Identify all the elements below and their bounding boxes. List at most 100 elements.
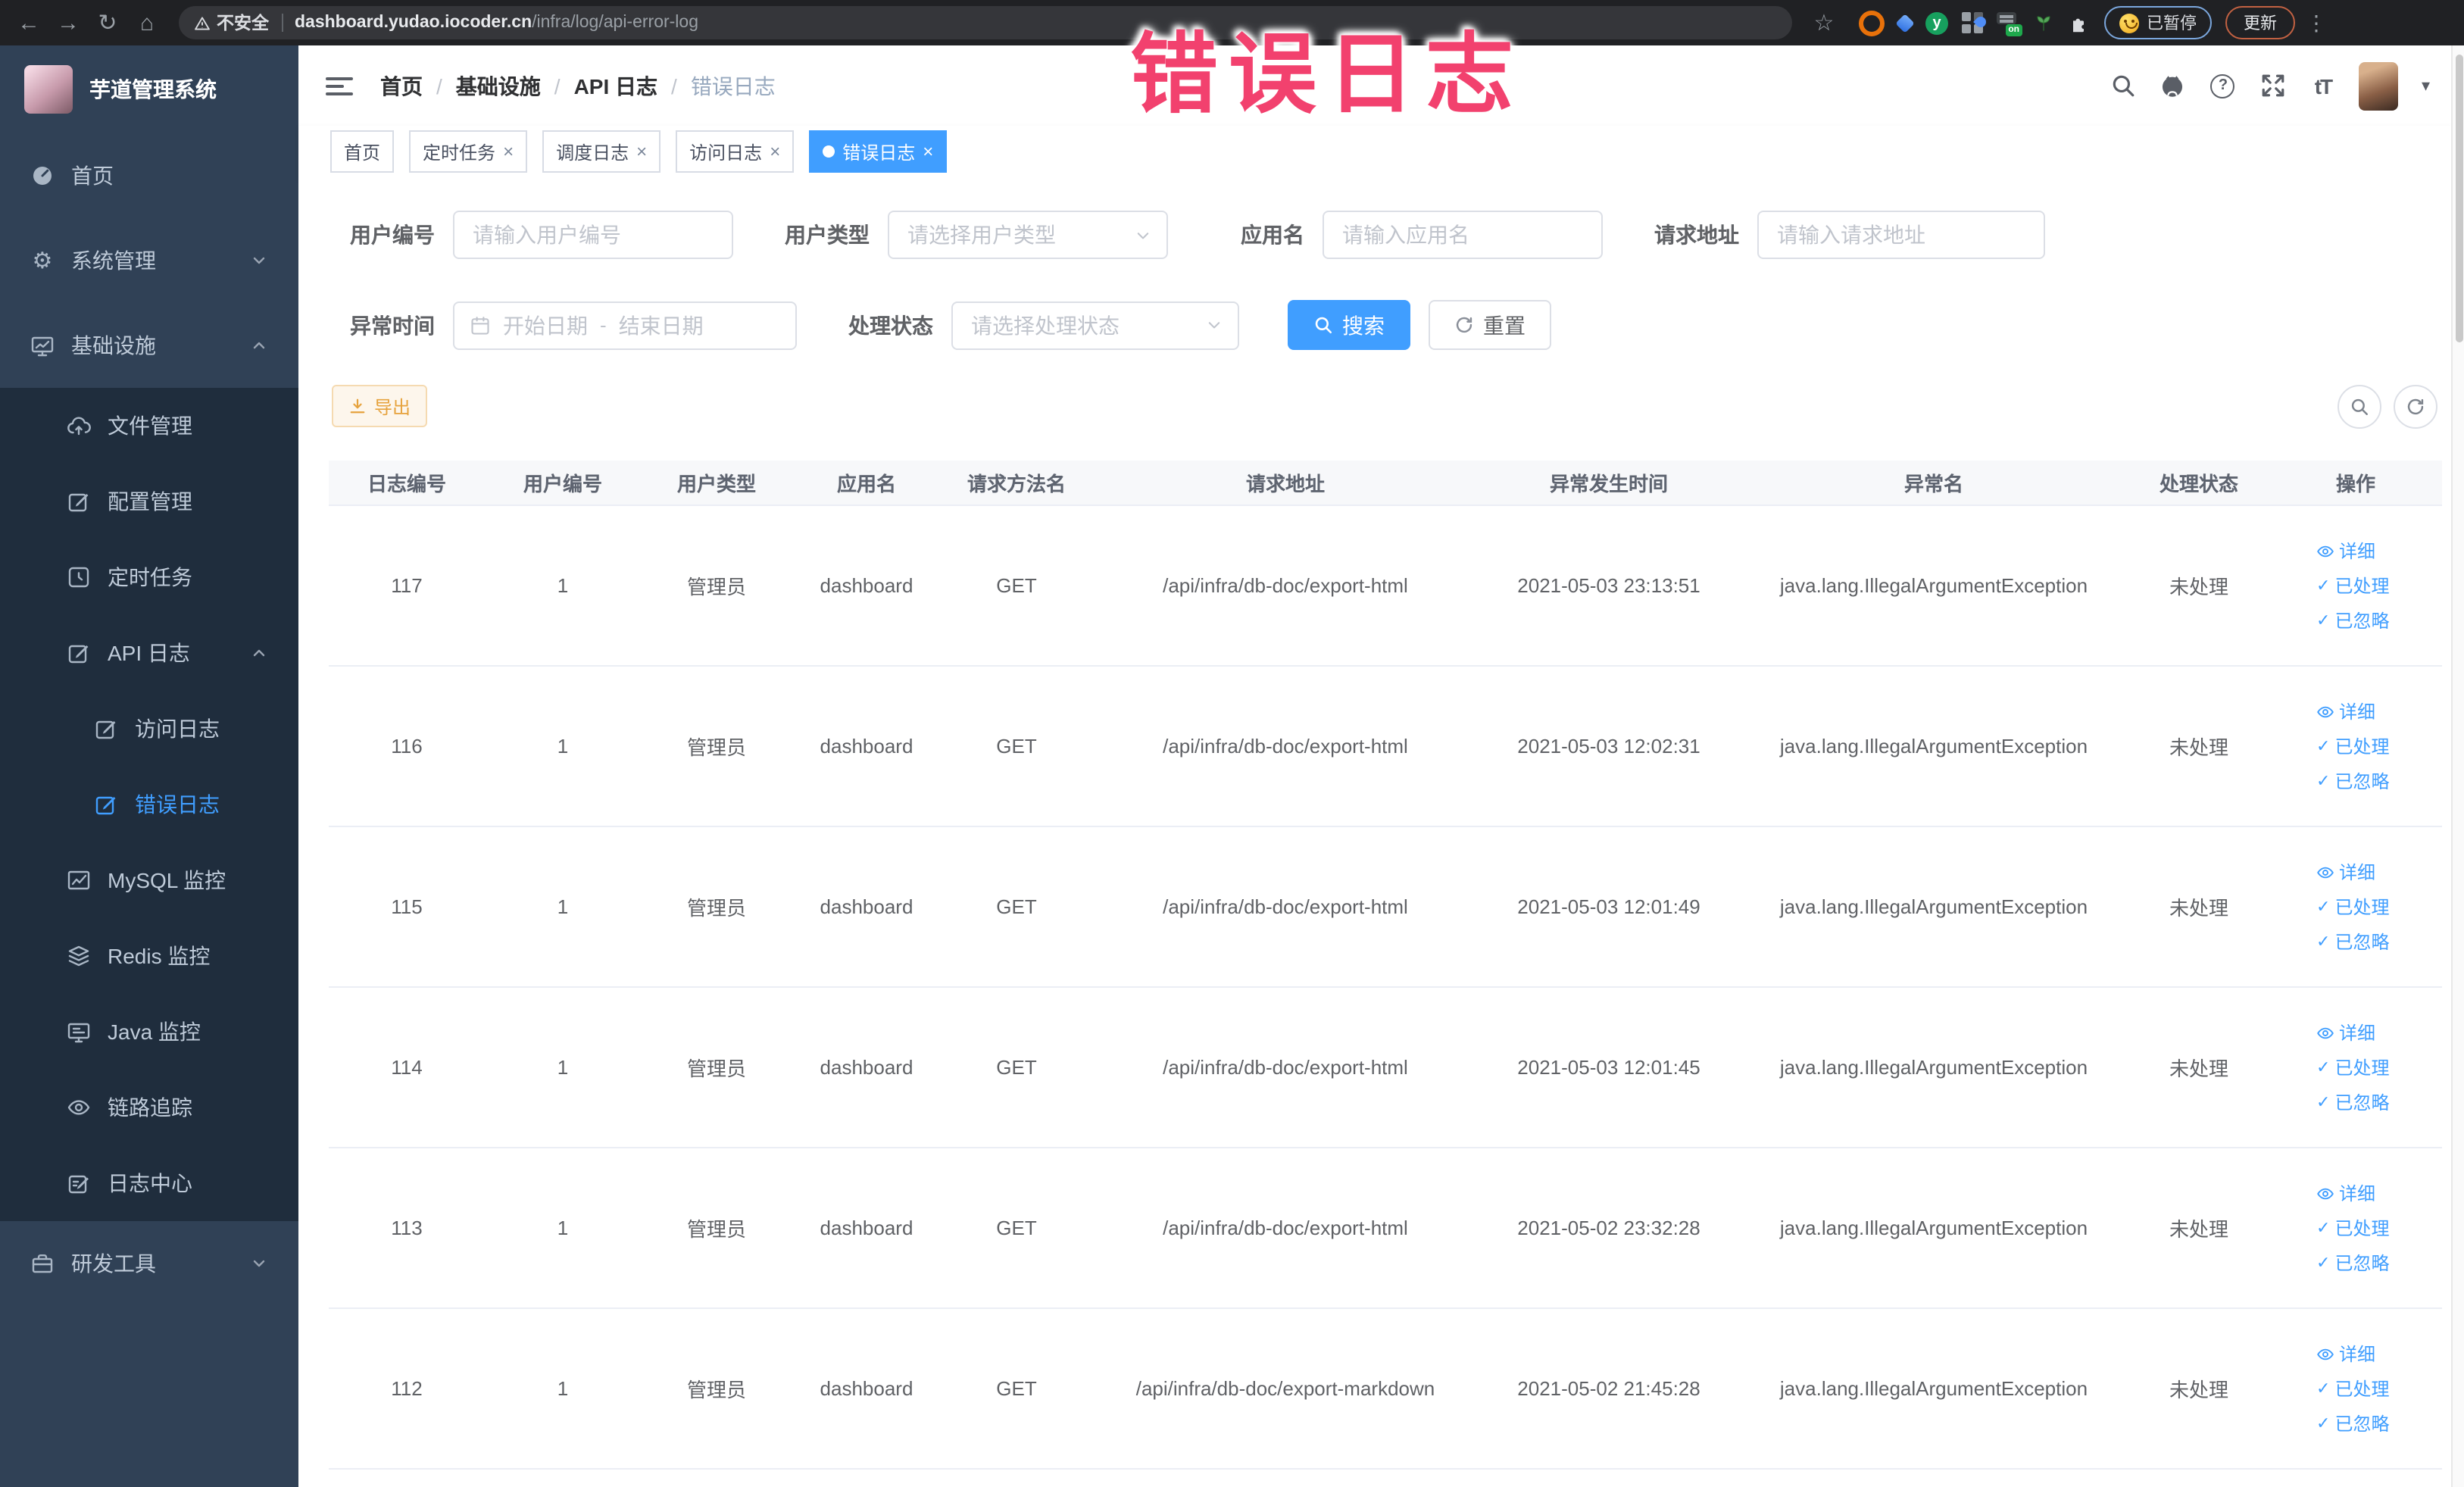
close-icon[interactable]: × — [636, 141, 647, 162]
page-scrollbar[interactable] — [2451, 45, 2464, 1487]
refresh-table-button[interactable] — [2394, 385, 2437, 429]
browser-update-button[interactable]: 更新 — [2225, 6, 2295, 39]
sidebar-item-config-mgmt[interactable]: 配置管理 — [0, 464, 298, 539]
tab-home[interactable]: 首页 — [330, 130, 395, 173]
breadcrumb-api-log[interactable]: API 日志 — [574, 70, 657, 101]
extension-green-y-icon[interactable]: y — [1925, 11, 1948, 34]
close-icon[interactable]: × — [770, 141, 780, 162]
sidebar-item-api-log[interactable]: API 日志 — [0, 615, 298, 691]
request-url-input[interactable] — [1757, 211, 2045, 259]
detail-link[interactable]: 详细 — [2316, 1020, 2395, 1045]
mark-processed-link[interactable]: ✓ 已处理 — [2316, 894, 2395, 920]
mark-ignored-link[interactable]: ✓ 已忽略 — [2316, 929, 2395, 954]
extension-paused-badge[interactable]: 已暂停 — [2104, 6, 2212, 39]
sidebar-item-log-center[interactable]: 日志中心 — [0, 1145, 298, 1221]
mark-processed-link[interactable]: ✓ 已处理 — [2316, 1215, 2395, 1241]
user-menu-caret-icon[interactable]: ▾ — [2422, 76, 2430, 95]
mark-ignored-link[interactable]: ✓ 已忽略 — [2316, 1089, 2395, 1115]
breadcrumb-home[interactable]: 首页 — [380, 70, 423, 101]
user-type-select[interactable]: 请选择用户类型 — [888, 211, 1168, 259]
mark-ignored-link[interactable]: ✓ 已忽略 — [2316, 768, 2395, 794]
mark-ignored-link[interactable]: ✓ 已忽略 — [2316, 1410, 2395, 1436]
search-icon[interactable] — [2110, 72, 2137, 99]
mark-processed-link[interactable]: ✓ 已处理 — [2316, 573, 2395, 598]
filter-exception-time: 异常时间 开始日期 - 结束日期 — [329, 301, 797, 349]
sidebar-item-file-mgmt[interactable]: 文件管理 — [0, 388, 298, 464]
user-avatar[interactable] — [2359, 61, 2399, 110]
cloud-upload-icon — [67, 414, 91, 438]
error-log-table: 日志编号 用户编号 用户类型 应用名 请求方法名 请求地址 异常发生时间 异常名… — [329, 461, 2442, 1470]
reset-button[interactable]: 重置 — [1429, 300, 1551, 350]
browser-home-icon[interactable]: ⌂ — [127, 3, 167, 42]
toggle-search-button[interactable] — [2338, 385, 2381, 429]
sidebar-item-label: Redis 监控 — [108, 944, 211, 968]
dashboard-icon — [30, 164, 55, 188]
sidebar-item-java-monitor[interactable]: Java 监控 — [0, 994, 298, 1070]
date-range-picker[interactable]: 开始日期 - 结束日期 — [453, 301, 797, 349]
tab-scheduled-tasks[interactable]: 定时任务 × — [409, 130, 528, 173]
browser-forward-icon[interactable]: → — [48, 3, 88, 42]
column-header-exception: 异常名 — [1903, 473, 1963, 495]
close-icon[interactable]: × — [503, 141, 514, 162]
user-id-input[interactable] — [453, 211, 733, 259]
mark-processed-link[interactable]: ✓ 已处理 — [2316, 733, 2395, 759]
browser-menu-icon[interactable]: ⋮ — [2306, 10, 2327, 36]
tab-access-log[interactable]: 访问日志 × — [676, 130, 795, 173]
tab-schedule-log[interactable]: 调度日志 × — [542, 130, 661, 173]
sidebar-item-dev-tools[interactable]: 研发工具 — [0, 1221, 298, 1306]
address-bar[interactable]: 不安全 dashboard.yudao.iocoder.cn/infra/log… — [179, 6, 1792, 39]
cell-log-id: 114 — [391, 1056, 423, 1079]
help-icon[interactable]: ? — [2209, 72, 2237, 99]
detail-link[interactable]: 详细 — [2316, 859, 2395, 885]
mark-ignored-link[interactable]: ✓ 已忽略 — [2316, 1250, 2395, 1276]
bookmark-star-icon[interactable]: ☆ — [1804, 3, 1844, 42]
sidebar-item-error-log[interactable]: 错误日志 — [0, 767, 298, 842]
scrollbar-thumb[interactable] — [2455, 55, 2462, 342]
eye-icon — [2317, 1026, 2334, 1039]
sidebar-item-system-mgmt[interactable]: ⚙ 系统管理 — [0, 218, 298, 303]
sidebar-item-home[interactable]: 首页 — [0, 133, 298, 218]
extension-blue-gem-icon[interactable] — [1895, 13, 1915, 33]
app-title: 芋道管理系统 — [89, 77, 217, 102]
process-status-select[interactable]: 请选择处理状态 — [951, 301, 1239, 349]
search-button[interactable]: 搜索 — [1288, 300, 1410, 350]
detail-link[interactable]: 详细 — [2316, 698, 2395, 724]
font-size-icon[interactable]: tT — [2309, 72, 2337, 99]
github-icon[interactable] — [2160, 72, 2187, 99]
sidebar-item-tracing[interactable]: 链路追踪 — [0, 1070, 298, 1145]
security-chip[interactable]: 不安全 — [194, 11, 269, 35]
sidebar-item-access-log[interactable]: 访问日志 — [0, 691, 298, 767]
cell-user-type: 管理员 — [686, 1379, 746, 1401]
mark-ignored-link[interactable]: ✓ 已忽略 — [2316, 608, 2395, 633]
cell-log-id: 116 — [391, 735, 423, 758]
breadcrumb-infrastructure[interactable]: 基础设施 — [456, 70, 541, 101]
sidebar-logo[interactable]: 芋道管理系统 — [0, 45, 298, 133]
browser-back-icon[interactable]: ← — [9, 3, 48, 42]
export-button[interactable]: 导出 — [332, 385, 428, 427]
mark-processed-link[interactable]: ✓ 已处理 — [2316, 1376, 2395, 1401]
filter-label: 处理状态 — [848, 313, 933, 337]
sidebar-fold-icon[interactable] — [326, 72, 353, 99]
close-icon[interactable]: × — [923, 141, 933, 162]
extension-plant-icon[interactable] — [2033, 12, 2054, 33]
cell-user-type: 管理员 — [686, 1218, 746, 1241]
cell-actions: 详细 ✓ 已处理 ✓ 已忽略 — [2269, 1020, 2442, 1115]
sidebar-item-redis-monitor[interactable]: Redis 监控 — [0, 918, 298, 994]
extensions-puzzle-icon[interactable] — [2068, 12, 2089, 33]
mark-processed-link[interactable]: ✓ 已处理 — [2316, 1054, 2395, 1080]
tags-view-bar: 首页 定时任务 × 调度日志 × 访问日志 × 错误日志 × — [298, 126, 2451, 179]
detail-link[interactable]: 详细 — [2316, 1341, 2395, 1367]
extension-grid-icon[interactable] — [1962, 12, 1988, 33]
cell-url: /api/infra/db-doc/export-html — [1163, 735, 1408, 758]
extension-on-badge-icon[interactable]: on — [1997, 12, 2022, 36]
app-name-input[interactable] — [1323, 211, 1603, 259]
sidebar-item-mysql-monitor[interactable]: MySQL 监控 — [0, 842, 298, 918]
fullscreen-icon[interactable] — [2259, 72, 2287, 99]
detail-link[interactable]: 详细 — [2316, 538, 2395, 564]
sidebar-item-infrastructure[interactable]: 基础设施 — [0, 303, 298, 388]
detail-link[interactable]: 详细 — [2316, 1180, 2395, 1206]
browser-reload-icon[interactable]: ↻ — [88, 3, 127, 42]
sidebar-item-scheduled-tasks[interactable]: 定时任务 — [0, 539, 298, 615]
tab-error-log[interactable]: 错误日志 × — [809, 130, 948, 173]
extension-orange-ring-icon[interactable] — [1859, 10, 1885, 36]
